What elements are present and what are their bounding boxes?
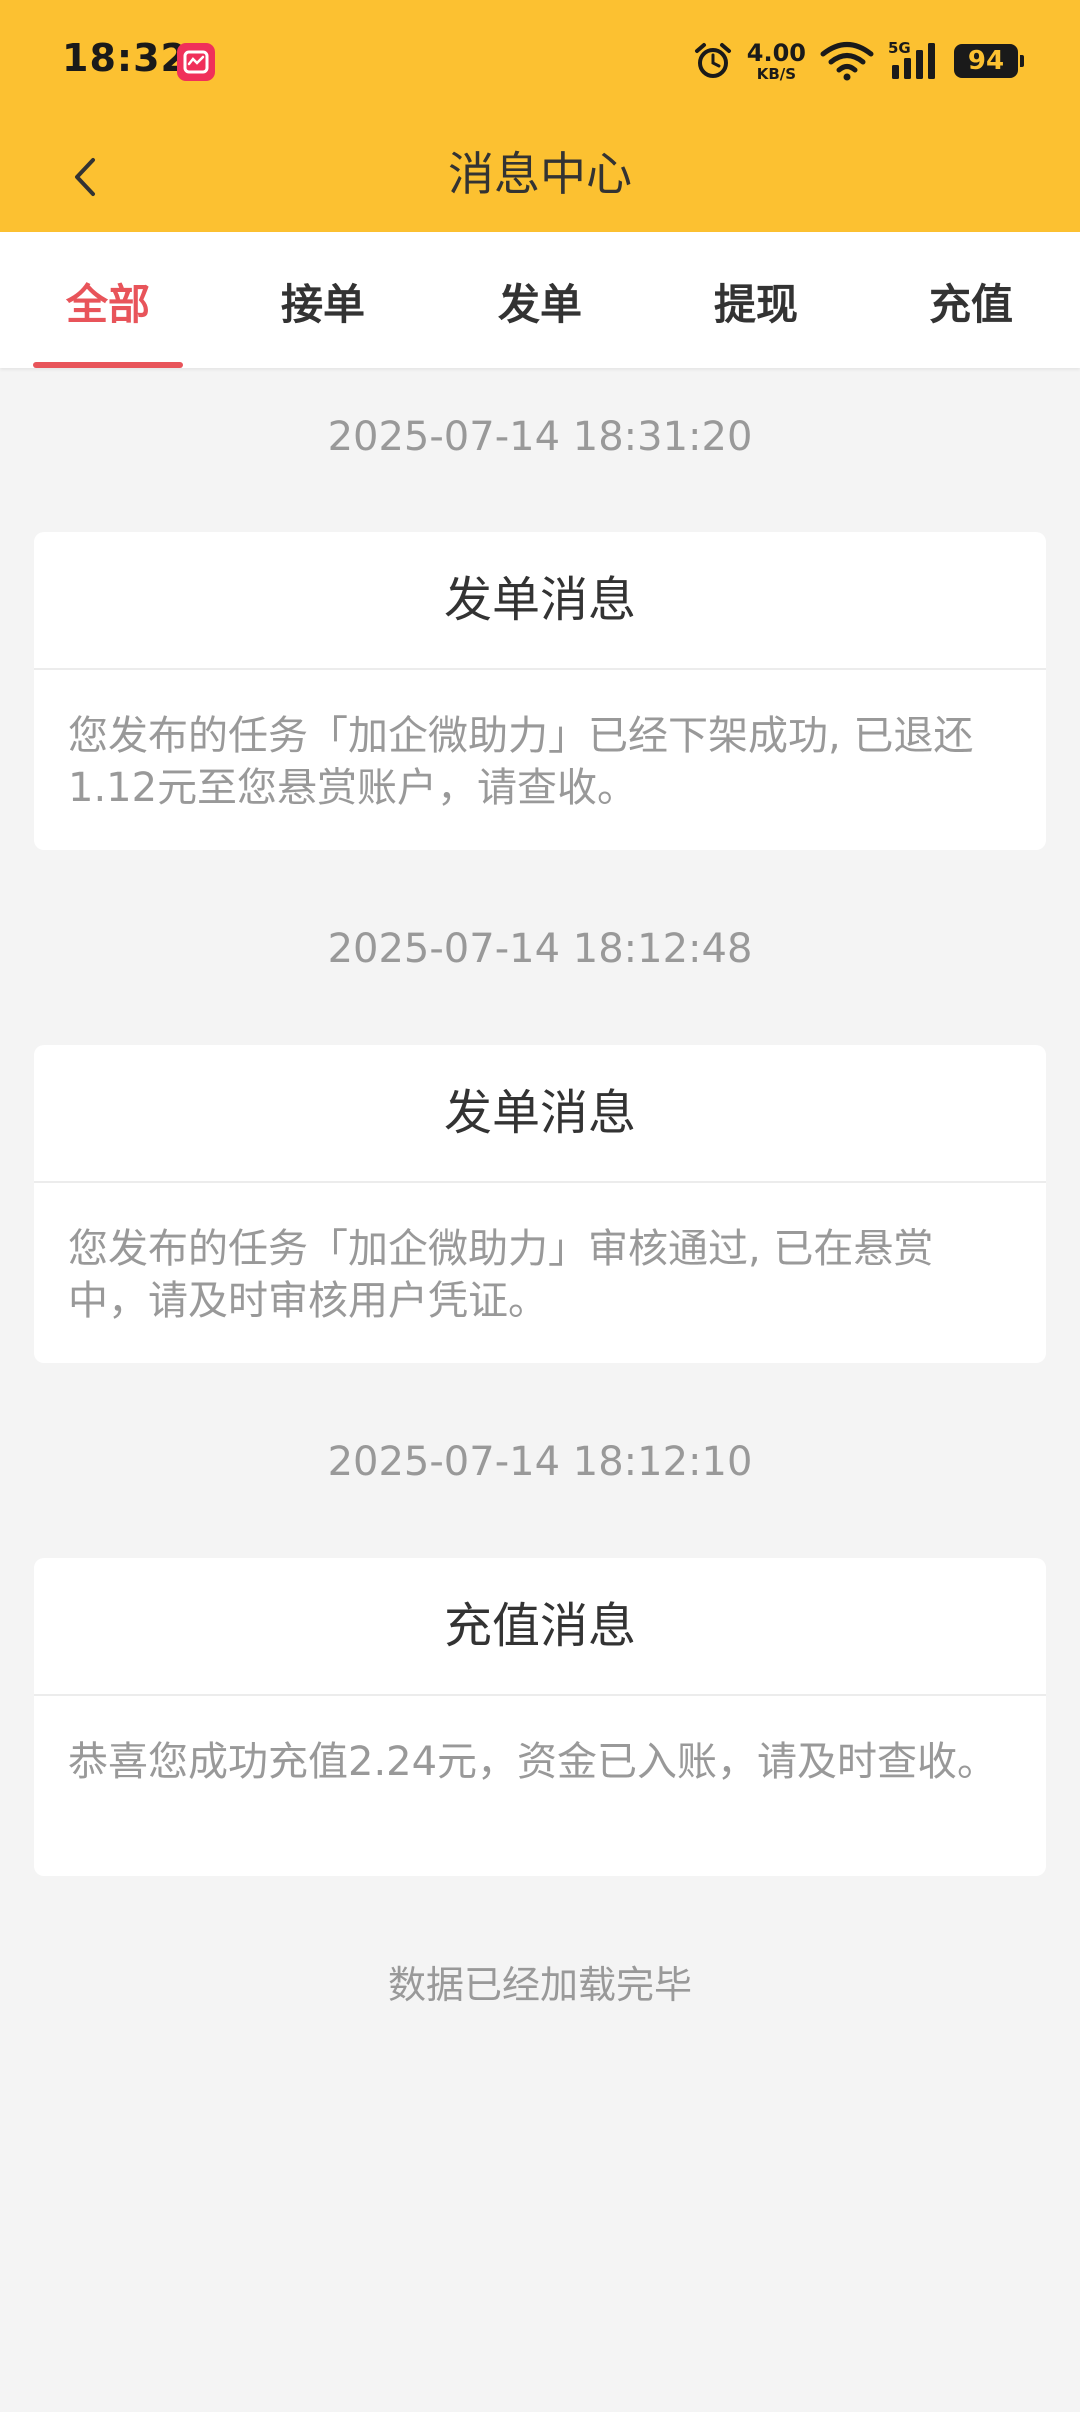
tab-post-orders[interactable]: 发单 xyxy=(460,278,620,332)
battery-indicator: 94 xyxy=(954,44,1024,78)
message-card[interactable]: 充值消息 恭喜您成功充值2.24元，资金已入账，请及时查收。 xyxy=(34,1558,1046,1876)
message-title: 发单消息 xyxy=(34,532,1046,670)
message-time: 2025-07-14 18:12:10 xyxy=(327,1439,753,1485)
message-time: 2025-07-14 18:31:20 xyxy=(327,414,753,460)
message-title: 充值消息 xyxy=(34,1558,1046,1696)
nav-bar: 消息中心 xyxy=(0,122,1080,232)
alarm-icon xyxy=(694,43,731,78)
header: 18:32 4.00 KB/S 5G 94 消息中心 xyxy=(0,0,1080,232)
signal-icon: 5G xyxy=(888,39,940,81)
active-tab-indicator xyxy=(33,362,183,368)
load-complete-text: 数据已经加载完毕 xyxy=(387,1963,692,2007)
message-card[interactable]: 发单消息 您发布的任务「加企微助力」审核通过, 已在悬赏中，请及时审核用户凭证。 xyxy=(34,1045,1046,1363)
status-time: 18:32 xyxy=(62,36,188,80)
tab-accept-orders[interactable]: 接单 xyxy=(243,278,403,332)
network-speed-value: 4.00 xyxy=(746,38,806,67)
message-card[interactable]: 发单消息 您发布的任务「加企微助力」已经下架成功, 已退还1.12元至您悬赏账户… xyxy=(34,532,1046,850)
status-icons: 4.00 KB/S 5G 94 xyxy=(693,36,1024,86)
app-notification-icon xyxy=(177,43,215,81)
wifi-icon xyxy=(820,42,874,81)
tab-withdraw[interactable]: 提现 xyxy=(676,278,836,332)
message-body: 您发布的任务「加企微助力」审核通过, 已在悬赏中，请及时审核用户凭证。 xyxy=(68,1226,934,1324)
tab-bar: 全部 接单 发单 提现 充值 xyxy=(0,232,1080,368)
message-time: 2025-07-14 18:12:48 xyxy=(327,926,753,972)
status-bar: 18:32 4.00 KB/S 5G 94 xyxy=(0,0,1080,122)
message-body: 您发布的任务「加企微助力」已经下架成功, 已退还1.12元至您悬赏账户，请查收。 xyxy=(68,713,974,811)
page-title: 消息中心 xyxy=(448,147,632,201)
message-body: 恭喜您成功充值2.24元，资金已入账，请及时查收。 xyxy=(68,1739,998,1785)
network-speed: 4.00 KB/S xyxy=(747,41,806,82)
signal-bars-icon xyxy=(892,43,935,79)
tab-recharge[interactable]: 充值 xyxy=(891,278,1051,332)
tab-all[interactable]: 全部 xyxy=(28,278,188,332)
message-title: 发单消息 xyxy=(34,1045,1046,1183)
network-speed-unit: KB/S xyxy=(756,64,797,83)
